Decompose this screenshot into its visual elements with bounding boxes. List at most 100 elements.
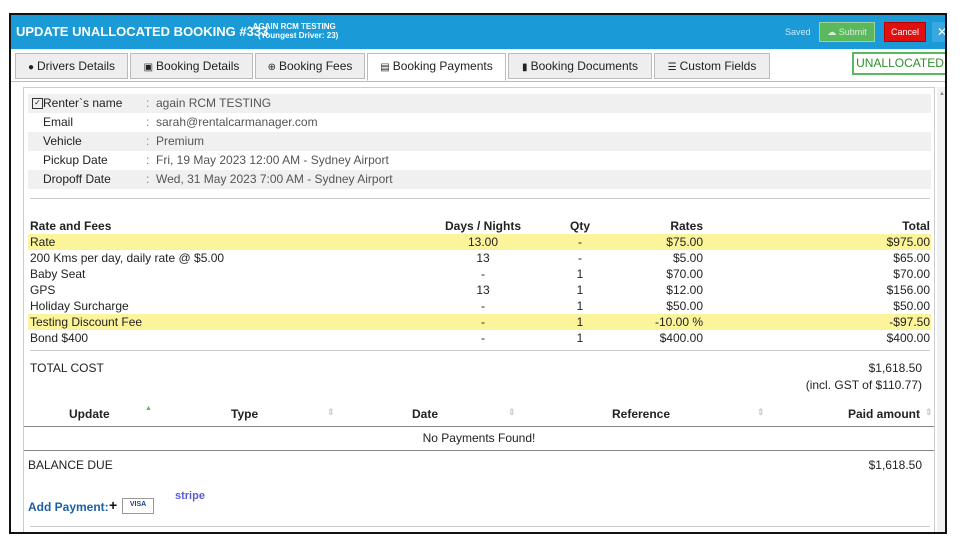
renter-value: again RCM TESTING <box>156 96 272 110</box>
user-icon: ● <box>27 62 35 73</box>
no-payments-message: No Payments Found! <box>24 426 934 451</box>
fee-total: $156.00 <box>886 283 930 297</box>
table-row: Rate 13.00 - $75.00 $975.00 <box>28 234 931 250</box>
renter-info: ✓ Renter`s name : again RCM TESTING Emai… <box>28 94 931 189</box>
separator: : <box>146 172 150 186</box>
car-icon: ▣ <box>143 62 154 73</box>
scroll-up-icon[interactable]: ▲ <box>939 91 945 97</box>
dropoff-value: Wed, 31 May 2023 7:00 AM - Sydney Airpor… <box>156 172 393 186</box>
email-label: Email <box>43 115 74 129</box>
subtitle-youngest-driver: (Youngest Driver: 23) <box>258 31 339 40</box>
table-row: 200 Kms per day, daily rate @ $5.00 13 -… <box>28 250 931 266</box>
fee-qty: 1 <box>576 299 584 313</box>
dropoff-row: Dropoff Date : Wed, 31 May 2023 7:00 AM … <box>28 170 931 189</box>
tab-label: Booking Documents <box>530 59 638 73</box>
visa-label: VISA <box>129 501 147 508</box>
close-icon[interactable]: ✕ <box>932 22 945 42</box>
fee-rate: $12.00 <box>666 283 703 297</box>
divider <box>30 526 930 527</box>
fee-name: Bond $400 <box>30 331 89 345</box>
renter-label: Renter`s name <box>43 96 123 110</box>
fee-total: $65.00 <box>893 251 930 265</box>
col-type[interactable]: Type <box>231 407 258 421</box>
fee-days: 13 <box>476 283 490 297</box>
sort-asc-icon[interactable]: ▲ <box>145 405 152 412</box>
fee-name: Holiday Surcharge <box>30 299 129 313</box>
plus-icon[interactable]: + <box>109 497 117 513</box>
stripe-link[interactable]: stripe <box>175 490 205 502</box>
renter-row: ✓ Renter`s name : again RCM TESTING <box>28 94 931 113</box>
fee-name: Rate <box>30 235 56 249</box>
header-rates: Rates <box>670 219 703 233</box>
fee-total: $50.00 <box>893 299 930 313</box>
pickup-row: Pickup Date : Fri, 19 May 2023 12:00 AM … <box>28 151 931 170</box>
vertical-scrollbar[interactable]: ▲ <box>937 87 945 532</box>
tab-drivers-details[interactable]: ● Drivers Details <box>15 53 128 79</box>
tab-booking-details[interactable]: ▣ Booking Details <box>130 53 253 79</box>
col-update[interactable]: Update <box>69 407 110 421</box>
sort-icon[interactable]: ⇕ <box>757 407 765 418</box>
visa-card-icon[interactable]: VISA <box>122 498 154 514</box>
tab-custom-fields[interactable]: ☰ Custom Fields <box>654 53 770 79</box>
document-icon: ▮ <box>522 62 528 73</box>
divider <box>30 350 930 351</box>
fee-rate: $70.00 <box>666 267 703 281</box>
fee-name: 200 Kms per day, daily rate @ $5.00 <box>30 251 225 265</box>
sort-icon[interactable]: ⇕ <box>327 407 335 418</box>
table-row: Bond $400 - 1 $400.00 $400.00 <box>28 330 931 346</box>
subtitle-renter: - AGAIN RCM TESTING <box>248 22 336 31</box>
fee-total: $400.00 <box>886 331 930 345</box>
submit-button[interactable]: ☁ Submit <box>819 22 875 42</box>
fee-rate: $400.00 <box>659 331 703 345</box>
table-row: Testing Discount Fee - 1 -10.00 % -$97.5… <box>28 314 931 330</box>
fees-table: Rate and Fees Days / Nights Qty Rates To… <box>28 218 931 346</box>
tab-label: Booking Payments <box>392 59 493 73</box>
col-reference[interactable]: Reference <box>612 407 670 421</box>
tab-booking-documents[interactable]: ▮ Booking Documents <box>508 53 652 79</box>
table-row: GPS 13 1 $12.00 $156.00 <box>28 282 931 298</box>
fee-days: - <box>481 315 485 329</box>
fee-days: 13 <box>476 251 490 265</box>
add-payment-link[interactable]: Add Payment: <box>28 500 109 514</box>
gst-note: (incl. GST of $110.77) <box>805 378 922 392</box>
tab-label: Custom Fields <box>679 59 757 73</box>
separator: : <box>146 153 150 167</box>
total-cost-value: $1,618.50 <box>868 361 922 375</box>
fee-rate: $5.00 <box>672 251 703 265</box>
vehicle-row: Vehicle : Premium <box>28 132 931 151</box>
payments-header: Update ▲ Type ⇕ Date ⇕ Reference ⇕ Paid … <box>24 402 934 427</box>
fee-days: 13.00 <box>467 235 499 249</box>
balance-due-value: $1,618.50 <box>868 458 922 472</box>
tab-bar: ● Drivers Details ▣ Booking Details ⊕ Booki… <box>11 53 945 82</box>
header-qty: Qty <box>569 219 590 233</box>
fee-rate: -10.00 % <box>654 315 703 329</box>
tab-label: Drivers Details <box>37 59 116 73</box>
fee-name: Baby Seat <box>30 267 86 281</box>
table-row: Baby Seat - 1 $70.00 $70.00 <box>28 266 931 282</box>
booking-dialog: UPDATE UNALLOCATED BOOKING #333 - AGAIN … <box>9 13 947 534</box>
tab-booking-payments[interactable]: ▤ Booking Payments <box>367 53 506 81</box>
credit-card-icon: ▤ <box>380 62 390 73</box>
separator: : <box>146 115 150 129</box>
col-date[interactable]: Date <box>412 407 438 421</box>
title-bar: UPDATE UNALLOCATED BOOKING #333 - AGAIN … <box>11 15 945 49</box>
saved-status: Saved <box>785 27 811 37</box>
status-badge: UNALLOCATED <box>852 52 945 75</box>
checkbox-icon[interactable]: ✓ <box>32 98 43 109</box>
sort-icon[interactable]: ⇕ <box>508 407 516 418</box>
header-rate-and-fees: Rate and Fees <box>30 219 112 233</box>
cloud-upload-icon: ☁ <box>827 27 837 37</box>
col-paid-amount[interactable]: Paid amount <box>848 407 920 421</box>
tab-label: Booking Fees <box>279 59 353 73</box>
dialog-title: UPDATE UNALLOCATED BOOKING #333 <box>16 24 269 39</box>
fee-rate: $50.00 <box>666 299 703 313</box>
fee-qty: 1 <box>576 267 584 281</box>
fee-qty: - <box>578 235 582 249</box>
tab-booking-fees[interactable]: ⊕ Booking Fees <box>255 53 365 79</box>
cancel-button[interactable]: Cancel <box>884 22 926 42</box>
fee-total: $975.00 <box>886 235 930 249</box>
dropoff-label: Dropoff Date <box>43 172 111 186</box>
vehicle-value: Premium <box>156 134 205 148</box>
fee-qty: 1 <box>576 315 584 329</box>
sort-icon[interactable]: ⇕ <box>925 407 933 418</box>
